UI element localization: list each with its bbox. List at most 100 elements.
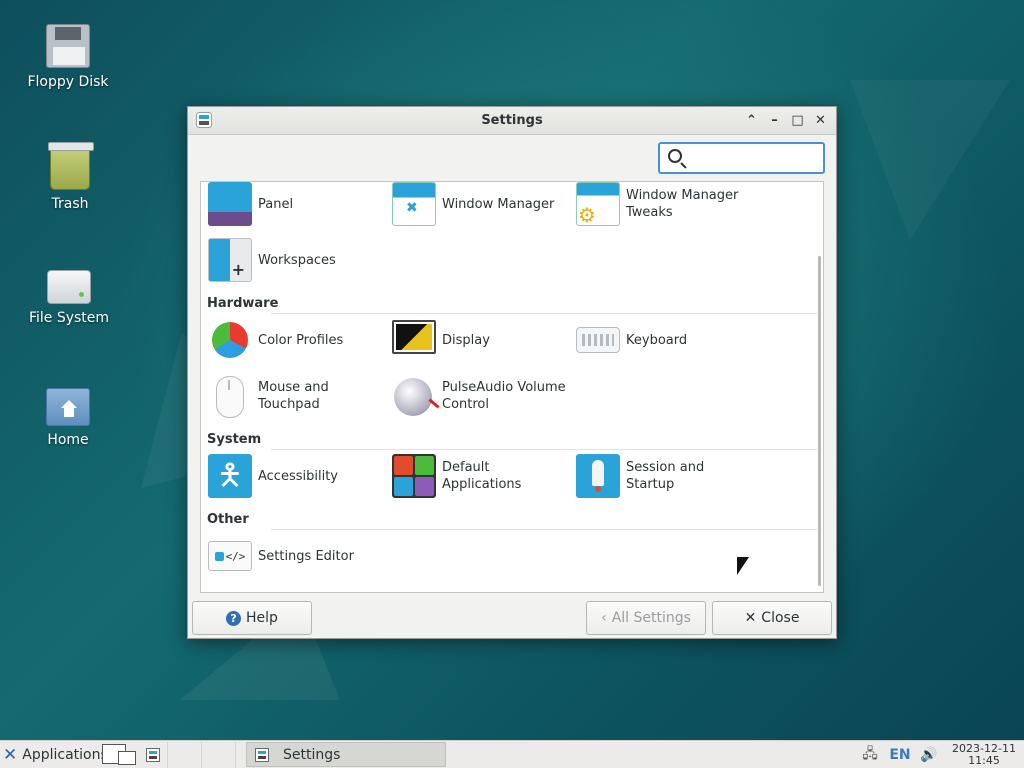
window-manager-icon [392,182,436,226]
chevron-left-icon: ‹ [601,610,607,626]
hard-drive-icon [47,270,91,304]
workspace-2[interactable] [118,750,136,765]
help-icon: ? [226,610,242,626]
help-button[interactable]: ? Help [192,601,312,635]
window-title: Settings [481,113,543,128]
item-label: Keyboard [626,332,688,348]
maximize-icon: □ [791,113,804,128]
workspace-4[interactable] [168,741,202,768]
item-keyboard[interactable]: Keyboard [576,317,750,363]
section-divider [271,529,817,530]
title-bar[interactable]: Settings ⌃ – □ ✕ [188,107,836,135]
all-settings-button[interactable]: ‹ All Settings [586,601,706,635]
item-panel[interactable]: Panel [208,182,382,227]
keyboard-icon [576,327,620,353]
home-folder-icon [46,388,90,426]
desktop-icon-home[interactable]: Home [18,384,118,448]
item-accessibility[interactable]: Accessibility [208,453,382,499]
close-icon: ✕ [744,610,757,626]
close-window-button[interactable]: ✕ [811,111,830,130]
volume-icon[interactable]: 🔊 [914,747,944,763]
accessibility-icon [208,454,252,498]
pulseaudio-icon [392,374,436,418]
taskbar-window-settings[interactable]: Settings [246,742,446,767]
panel-icon [208,182,252,226]
scrollbar[interactable] [818,256,821,586]
chevron-up-icon: ⌃ [746,113,757,128]
floppy-disk-icon [46,24,90,68]
settings-editor-icon: </> [208,541,252,571]
workspace-switcher[interactable] [102,743,138,767]
section-divider [271,449,817,450]
close-button[interactable]: ✕ Close [712,601,832,635]
applications-label: Applications [22,746,108,763]
item-label: Workspaces [258,252,336,268]
workspace-3[interactable] [138,741,168,768]
settings-app-icon [255,747,269,762]
item-pulseaudio[interactable]: PulseAudio Volume Control [392,373,566,419]
desktop-icon-label: Trash [51,196,89,212]
settings-mini-icon [145,747,160,762]
desktop-icon-label: Home [47,432,89,448]
network-icon[interactable]: 🖧 [854,743,886,767]
color-profiles-icon [208,318,252,362]
close-icon: ✕ [815,113,826,128]
taskbar: ✕ Applications Settings 🖧 EN 🔊 2023-12-1… [0,740,1024,768]
wallpaper-shape [850,80,1010,240]
section-title-other: Other [207,512,249,527]
desktop-icon-label: Floppy Disk [27,74,109,90]
mouse-icon [208,374,252,418]
item-label: PulseAudio Volume Control [442,380,566,412]
window-manager-tweaks-icon [576,182,620,227]
clock[interactable]: 2023-12-11 11:45 [944,743,1024,767]
item-display[interactable]: Display [392,317,566,363]
item-label: Default Applications [442,460,522,492]
clock-time: 11:45 [968,754,1000,767]
item-mouse-touchpad[interactable]: Mouse and Touchpad [208,373,382,419]
item-label: Session and Startup [626,460,705,492]
shade-button[interactable]: ⌃ [742,111,761,130]
mouse-cursor-icon [737,557,749,575]
desktop-icon-label: File System [28,310,110,326]
desktop-icon-file-system[interactable]: File System [19,264,119,326]
item-label: Panel [258,196,294,212]
item-default-applications[interactable]: Default Applications [392,453,566,499]
desktop-icon-floppy-disk[interactable]: Floppy Disk [18,24,118,90]
item-window-manager[interactable]: Window Manager [392,182,566,227]
item-label: Window Manager Tweaks [626,188,739,220]
maximize-button[interactable]: □ [788,111,807,130]
applications-menu-button[interactable]: ✕ Applications [0,744,108,765]
taskbar-window-title: Settings [283,746,341,763]
system-tray: 🖧 EN 🔊 2023-12-11 11:45 [854,741,1024,768]
item-color-profiles[interactable]: Color Profiles [208,317,382,363]
settings-list[interactable]: Panel Window Manager Window Manager Twea… [200,181,824,593]
item-window-manager-tweaks[interactable]: Window Manager Tweaks [576,182,750,227]
desktop-icon-trash[interactable]: Trash [20,142,120,212]
rocket-icon [576,454,620,498]
section-title-system: System [207,432,262,447]
minimize-icon: – [771,113,778,128]
help-label: Help [246,610,278,626]
section-divider [271,313,817,314]
display-icon [392,320,436,354]
item-session-startup[interactable]: Session and Startup [576,453,750,499]
section-title-hardware: Hardware [207,296,279,311]
all-settings-label: All Settings [611,610,691,626]
workspaces-icon [208,238,252,282]
item-label: Accessibility [258,468,338,484]
close-label: Close [761,610,800,626]
workspace-5[interactable] [202,741,236,768]
search-icon [668,149,682,163]
item-label: Color Profiles [258,332,344,348]
item-label: Settings Editor [258,548,354,564]
minimize-button[interactable]: – [765,111,784,130]
keyboard-layout-indicator[interactable]: EN [886,747,914,763]
default-applications-icon [392,454,436,498]
item-label: Display [442,332,490,348]
item-workspaces[interactable]: Workspaces [208,237,382,283]
item-label: Window Manager [442,196,555,212]
trash-icon [48,142,94,190]
item-settings-editor[interactable]: </> Settings Editor [208,533,382,579]
xfce-logo-icon: ✕ [3,744,18,765]
search-input[interactable] [658,142,825,174]
